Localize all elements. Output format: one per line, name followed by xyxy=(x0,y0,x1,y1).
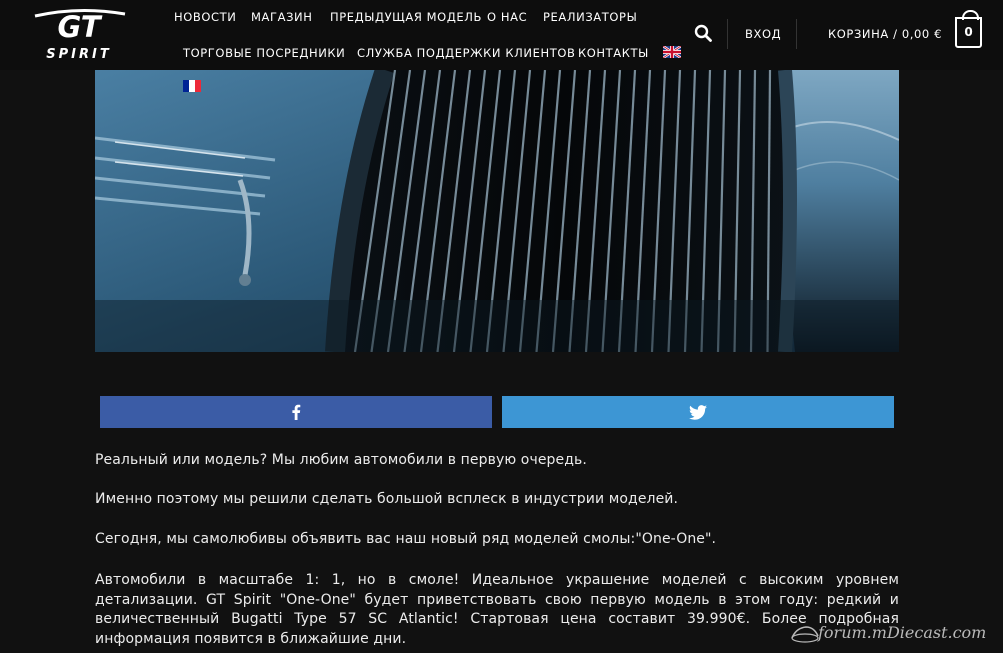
nav-news[interactable]: НОВОСТИ xyxy=(174,10,237,24)
article-paragraph-3: Сегодня, мы самолюбивы объявить вас наш … xyxy=(95,531,717,547)
twitter-icon xyxy=(689,404,707,420)
nav-previous-model[interactable]: ПРЕДЫДУЩАЯ МОДЕЛЬ xyxy=(330,10,482,24)
france-flag-icon[interactable] xyxy=(183,80,201,92)
hero-image xyxy=(95,70,899,352)
uk-flag-icon[interactable] xyxy=(663,46,681,58)
cart-icon[interactable]: 0 xyxy=(955,10,982,48)
cart-count: 0 xyxy=(964,25,973,39)
car-silhouette-icon xyxy=(791,626,819,643)
bugatti-grille-photo xyxy=(95,70,899,352)
nav-support[interactable]: СЛУЖБА ПОДДЕРЖКИ КЛИЕНТОВ xyxy=(357,46,575,60)
logo-top-text: GT xyxy=(57,10,102,44)
search-icon[interactable] xyxy=(694,24,712,42)
nav-contacts[interactable]: КОНТАКТЫ xyxy=(578,46,649,60)
nav-shop[interactable]: МАГАЗИН xyxy=(251,10,313,24)
site-header: GT SPIRIT НОВОСТИ МАГАЗИН ПРЕДЫДУЩАЯ МОД… xyxy=(0,0,1003,70)
watermark-text: forum.mDiecast.com xyxy=(818,623,987,642)
facebook-icon xyxy=(292,404,301,420)
nav-dealers[interactable]: ТОРГОВЫЕ ПОСРЕДНИКИ xyxy=(183,46,345,60)
logo-bottom-text: SPIRIT xyxy=(46,47,111,62)
share-twitter-button[interactable] xyxy=(502,396,894,428)
forum-watermark: forum.mDiecast.com xyxy=(790,618,1000,648)
cart-link[interactable]: КОРЗИНА / 0,00 € xyxy=(828,27,942,41)
gt-spirit-logo[interactable]: GT SPIRIT xyxy=(27,8,131,62)
nav-about[interactable]: О НАС xyxy=(487,10,527,24)
header-divider xyxy=(796,19,797,49)
article-paragraph-1: Реальный или модель? Мы любим автомобили… xyxy=(95,452,587,468)
nav-resellers[interactable]: РЕАЛИЗАТОРЫ xyxy=(543,10,637,24)
share-facebook-button[interactable] xyxy=(100,396,492,428)
login-link[interactable]: ВХОД xyxy=(745,27,781,41)
header-divider xyxy=(727,19,728,49)
article-paragraph-2: Именно поэтому мы решили сделать большой… xyxy=(95,491,679,507)
article-paragraph-4: Автомобили в масштабе 1: 1, но в смоле! … xyxy=(95,572,899,647)
